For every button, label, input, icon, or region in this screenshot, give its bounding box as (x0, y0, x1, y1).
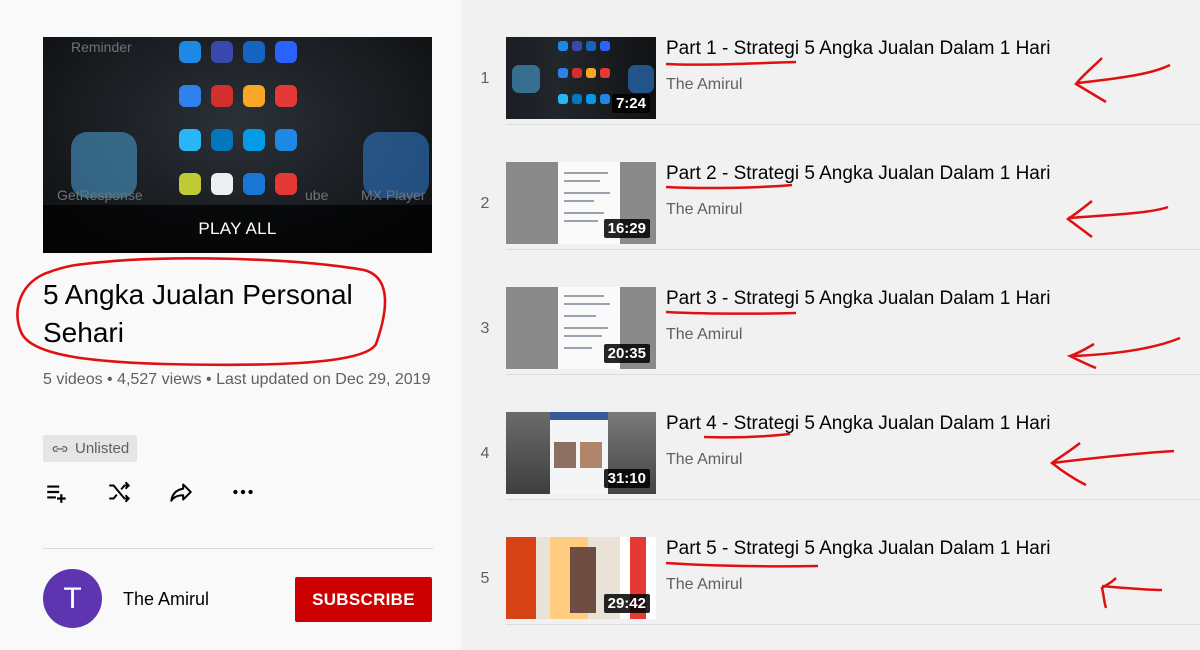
share-icon (170, 483, 192, 502)
add-to-queue-icon (47, 485, 66, 503)
video-title[interactable]: Part 2 - Strategi 5 Angka Jualan Dalam 1… (666, 163, 1050, 185)
playlist-title-container: 5 Angka Jualan Personal Sehari (14, 256, 392, 368)
video-channel[interactable]: The Amirul (666, 76, 742, 94)
video-index: 4 (480, 445, 490, 462)
video-title[interactable]: Part 3 - Strategi 5 Angka Jualan Dalam 1… (666, 288, 1050, 310)
row-divider (506, 624, 1200, 625)
video-channel[interactable]: The Amirul (666, 451, 742, 469)
thumbnail-bg-label: GetResponse (57, 187, 143, 203)
video-channel[interactable]: The Amirul (666, 576, 742, 594)
video-title[interactable]: Part 5 - Strategi 5 Angka Jualan Dalam 1… (666, 538, 1050, 560)
play-all-label[interactable]: PLAY ALL (198, 219, 276, 239)
play-all-bar[interactable]: PLAY ALL (43, 205, 432, 253)
sidebar-divider (43, 548, 433, 549)
privacy-badge: Unlisted (43, 435, 138, 462)
playlist-sidebar: Reminder GetResponse MX Player ube PLAY … (0, 0, 462, 650)
thumbnail-document (550, 412, 608, 494)
video-thumbnail[interactable]: 29:42 (506, 537, 656, 619)
thumbnail-bg-label: Reminder (71, 39, 132, 55)
add-to-queue-button[interactable] (43, 478, 71, 506)
video-row[interactable]: 3 20:35 Part 3 - Strategi 5 Angka Jualan… (462, 250, 1200, 375)
playlist-stats: 5 videos • 4,527 views • Last updated on… (43, 371, 431, 388)
more-icon (233, 489, 253, 495)
video-duration: 7:24 (611, 94, 650, 113)
video-thumbnail[interactable]: 7:24 (506, 37, 656, 119)
video-row[interactable]: 1 7:24 Part 1 - Strategi 5 Angka Jualan … (462, 0, 1200, 125)
phone-app-grid (173, 37, 303, 207)
video-channel[interactable]: The Amirul (666, 201, 742, 219)
more-options-button[interactable] (229, 478, 257, 506)
shuffle-button[interactable] (105, 478, 133, 506)
channel-name[interactable]: The Amirul (123, 589, 209, 610)
video-channel[interactable]: The Amirul (666, 326, 742, 344)
subscribe-button[interactable]: SUBSCRIBE (295, 577, 432, 622)
video-index: 1 (480, 70, 490, 87)
video-index: 5 (480, 570, 490, 587)
video-thumbnail[interactable]: 31:10 (506, 412, 656, 494)
video-duration: 31:10 (603, 469, 650, 488)
video-title[interactable]: Part 4 - Strategi 5 Angka Jualan Dalam 1… (666, 413, 1050, 435)
video-duration: 16:29 (603, 219, 650, 238)
thumbnail-bg-label: ube (305, 187, 329, 203)
playlist-actions (43, 478, 257, 506)
playlist-thumbnail[interactable]: Reminder GetResponse MX Player ube PLAY … (43, 37, 432, 253)
video-title[interactable]: Part 1 - Strategi 5 Angka Jualan Dalam 1… (666, 38, 1050, 60)
playlist-video-list: 1 7:24 Part 1 - Strategi 5 Angka Jualan … (462, 0, 1200, 650)
video-row[interactable]: 2 16:29 Part 2 - Strategi 5 Angka Jualan… (462, 125, 1200, 250)
video-index: 2 (480, 195, 490, 212)
video-thumbnail[interactable]: 16:29 (506, 162, 656, 244)
thumbnail-bg-label: MX Player (361, 187, 426, 203)
privacy-badge-label: Unlisted (75, 440, 130, 457)
video-row[interactable]: 5 29:42 Part 5 - Strategi 5 Angka Jualan… (462, 500, 1200, 625)
video-duration: 29:42 (603, 594, 650, 613)
video-index: 3 (480, 320, 490, 337)
channel-avatar[interactable]: T (43, 569, 102, 628)
link-icon (52, 445, 68, 452)
playlist-title[interactable]: 5 Angka Jualan Personal Sehari (43, 276, 393, 352)
video-row[interactable]: 4 31:10 Part 4 - Strategi 5 Angka Jualan… (462, 375, 1200, 500)
share-button[interactable] (167, 478, 195, 506)
video-thumbnail[interactable]: 20:35 (506, 287, 656, 369)
video-duration: 20:35 (603, 344, 650, 363)
shuffle-icon (109, 481, 131, 503)
